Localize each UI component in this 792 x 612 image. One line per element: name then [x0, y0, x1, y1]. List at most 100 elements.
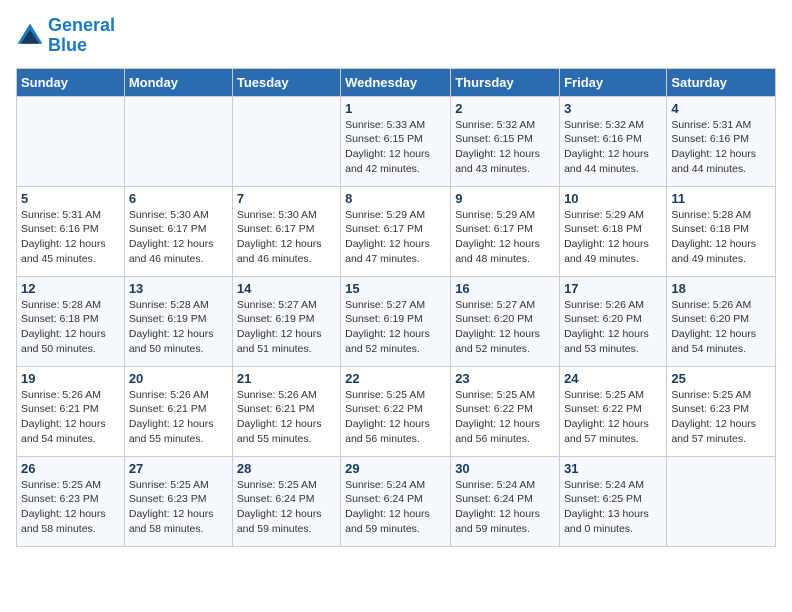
- day-header-tuesday: Tuesday: [232, 68, 340, 96]
- day-info: Sunrise: 5:25 AMSunset: 6:22 PMDaylight:…: [564, 388, 662, 447]
- calendar-cell: 4 Sunrise: 5:31 AMSunset: 6:16 PMDaylight…: [667, 96, 776, 186]
- calendar-cell: 5 Sunrise: 5:31 AMSunset: 6:16 PMDaylight…: [17, 186, 125, 276]
- day-info: Sunrise: 5:25 AMSunset: 6:23 PMDaylight:…: [671, 388, 771, 447]
- day-number: 19: [21, 371, 120, 386]
- day-number: 31: [564, 461, 662, 476]
- calendar-cell: 16 Sunrise: 5:27 AMSunset: 6:20 PMDayligh…: [451, 276, 560, 366]
- day-number: 1: [345, 101, 446, 116]
- day-number: 5: [21, 191, 120, 206]
- calendar-cell: 11 Sunrise: 5:28 AMSunset: 6:18 PMDayligh…: [667, 186, 776, 276]
- day-number: 17: [564, 281, 662, 296]
- day-header-saturday: Saturday: [667, 68, 776, 96]
- day-info: Sunrise: 5:26 AMSunset: 6:20 PMDaylight:…: [671, 298, 771, 357]
- day-info: Sunrise: 5:28 AMSunset: 6:18 PMDaylight:…: [671, 208, 771, 267]
- day-number: 30: [455, 461, 555, 476]
- day-info: Sunrise: 5:25 AMSunset: 6:24 PMDaylight:…: [237, 478, 336, 537]
- day-info: Sunrise: 5:25 AMSunset: 6:22 PMDaylight:…: [455, 388, 555, 447]
- logo-icon: [16, 22, 44, 50]
- day-number: 7: [237, 191, 336, 206]
- calendar-cell: 30 Sunrise: 5:24 AMSunset: 6:24 PMDayligh…: [451, 456, 560, 546]
- day-number: 15: [345, 281, 446, 296]
- day-number: 18: [671, 281, 771, 296]
- day-number: 21: [237, 371, 336, 386]
- day-info: Sunrise: 5:32 AMSunset: 6:16 PMDaylight:…: [564, 118, 662, 177]
- calendar-cell: 2 Sunrise: 5:32 AMSunset: 6:15 PMDaylight…: [451, 96, 560, 186]
- day-number: 20: [129, 371, 228, 386]
- day-info: Sunrise: 5:31 AMSunset: 6:16 PMDaylight:…: [671, 118, 771, 177]
- calendar-cell: 28 Sunrise: 5:25 AMSunset: 6:24 PMDayligh…: [232, 456, 340, 546]
- day-info: Sunrise: 5:33 AMSunset: 6:15 PMDaylight:…: [345, 118, 446, 177]
- calendar-cell: 14 Sunrise: 5:27 AMSunset: 6:19 PMDayligh…: [232, 276, 340, 366]
- day-info: Sunrise: 5:30 AMSunset: 6:17 PMDaylight:…: [129, 208, 228, 267]
- calendar-cell: 10 Sunrise: 5:29 AMSunset: 6:18 PMDayligh…: [560, 186, 667, 276]
- calendar-cell: 23 Sunrise: 5:25 AMSunset: 6:22 PMDayligh…: [451, 366, 560, 456]
- calendar-cell: 7Sunrise: 5:30 AMSunset: 6:17 PMDaylight…: [232, 186, 340, 276]
- calendar-cell: 19 Sunrise: 5:26 AMSunset: 6:21 PMDayligh…: [17, 366, 125, 456]
- page-header: General Blue: [16, 16, 776, 56]
- day-number: 2: [455, 101, 555, 116]
- day-info: Sunrise: 5:28 AMSunset: 6:19 PMDaylight:…: [129, 298, 228, 357]
- day-info: Sunrise: 5:26 AMSunset: 6:20 PMDaylight:…: [564, 298, 662, 357]
- day-info: Sunrise: 5:27 AMSunset: 6:20 PMDaylight:…: [455, 298, 555, 357]
- calendar-week-row: 1 Sunrise: 5:33 AMSunset: 6:15 PMDaylight…: [17, 96, 776, 186]
- day-info: Sunrise: 5:26 AMSunset: 6:21 PMDaylight:…: [21, 388, 120, 447]
- day-info: Sunrise: 5:26 AMSunset: 6:21 PMDaylight:…: [237, 388, 336, 447]
- day-info: Sunrise: 5:26 AMSunset: 6:21 PMDaylight:…: [129, 388, 228, 447]
- day-info: Sunrise: 5:29 AMSunset: 6:17 PMDaylight:…: [345, 208, 446, 267]
- day-header-thursday: Thursday: [451, 68, 560, 96]
- calendar-cell: 25 Sunrise: 5:25 AMSunset: 6:23 PMDayligh…: [667, 366, 776, 456]
- day-number: 16: [455, 281, 555, 296]
- calendar-cell: 9Sunrise: 5:29 AMSunset: 6:17 PMDaylight…: [451, 186, 560, 276]
- day-info: Sunrise: 5:25 AMSunset: 6:22 PMDaylight:…: [345, 388, 446, 447]
- calendar-cell: [232, 96, 340, 186]
- calendar-cell: 31 Sunrise: 5:24 AMSunset: 6:25 PMDayligh…: [560, 456, 667, 546]
- day-info: Sunrise: 5:25 AMSunset: 6:23 PMDaylight:…: [21, 478, 120, 537]
- day-number: 11: [671, 191, 771, 206]
- calendar-cell: 21 Sunrise: 5:26 AMSunset: 6:21 PMDayligh…: [232, 366, 340, 456]
- day-header-friday: Friday: [560, 68, 667, 96]
- day-number: 28: [237, 461, 336, 476]
- logo: General Blue: [16, 16, 115, 56]
- calendar-table: SundayMondayTuesdayWednesdayThursdayFrid…: [16, 68, 776, 547]
- calendar-cell: [667, 456, 776, 546]
- day-number: 4: [671, 101, 771, 116]
- calendar-cell: 20 Sunrise: 5:26 AMSunset: 6:21 PMDayligh…: [124, 366, 232, 456]
- day-info: Sunrise: 5:28 AMSunset: 6:18 PMDaylight:…: [21, 298, 120, 357]
- day-number: 3: [564, 101, 662, 116]
- day-info: Sunrise: 5:29 AMSunset: 6:18 PMDaylight:…: [564, 208, 662, 267]
- calendar-cell: 15 Sunrise: 5:27 AMSunset: 6:19 PMDayligh…: [341, 276, 451, 366]
- calendar-cell: [124, 96, 232, 186]
- day-info: Sunrise: 5:27 AMSunset: 6:19 PMDaylight:…: [345, 298, 446, 357]
- calendar-cell: 13 Sunrise: 5:28 AMSunset: 6:19 PMDayligh…: [124, 276, 232, 366]
- day-header-monday: Monday: [124, 68, 232, 96]
- calendar-cell: 1 Sunrise: 5:33 AMSunset: 6:15 PMDaylight…: [341, 96, 451, 186]
- calendar-cell: 6 Sunrise: 5:30 AMSunset: 6:17 PMDaylight…: [124, 186, 232, 276]
- calendar-cell: 22Sunrise: 5:25 AMSunset: 6:22 PMDayligh…: [341, 366, 451, 456]
- calendar-cell: 3 Sunrise: 5:32 AMSunset: 6:16 PMDaylight…: [560, 96, 667, 186]
- calendar-week-row: 19 Sunrise: 5:26 AMSunset: 6:21 PMDayligh…: [17, 366, 776, 456]
- calendar-cell: 12 Sunrise: 5:28 AMSunset: 6:18 PMDayligh…: [17, 276, 125, 366]
- day-header-wednesday: Wednesday: [341, 68, 451, 96]
- calendar-cell: 26 Sunrise: 5:25 AMSunset: 6:23 PMDayligh…: [17, 456, 125, 546]
- day-info: Sunrise: 5:25 AMSunset: 6:23 PMDaylight:…: [129, 478, 228, 537]
- day-number: 26: [21, 461, 120, 476]
- day-number: 9: [455, 191, 555, 206]
- calendar-cell: 29Sunrise: 5:24 AMSunset: 6:24 PMDayligh…: [341, 456, 451, 546]
- calendar-header-row: SundayMondayTuesdayWednesdayThursdayFrid…: [17, 68, 776, 96]
- day-number: 23: [455, 371, 555, 386]
- day-info: Sunrise: 5:24 AMSunset: 6:25 PMDaylight:…: [564, 478, 662, 537]
- day-number: 8: [345, 191, 446, 206]
- day-info: Sunrise: 5:31 AMSunset: 6:16 PMDaylight:…: [21, 208, 120, 267]
- day-info: Sunrise: 5:27 AMSunset: 6:19 PMDaylight:…: [237, 298, 336, 357]
- day-info: Sunrise: 5:24 AMSunset: 6:24 PMDaylight:…: [455, 478, 555, 537]
- calendar-cell: 17 Sunrise: 5:26 AMSunset: 6:20 PMDayligh…: [560, 276, 667, 366]
- logo-text: General Blue: [48, 16, 115, 56]
- day-number: 12: [21, 281, 120, 296]
- day-number: 25: [671, 371, 771, 386]
- day-number: 24: [564, 371, 662, 386]
- day-number: 10: [564, 191, 662, 206]
- day-info: Sunrise: 5:32 AMSunset: 6:15 PMDaylight:…: [455, 118, 555, 177]
- day-number: 14: [237, 281, 336, 296]
- day-number: 13: [129, 281, 228, 296]
- day-number: 6: [129, 191, 228, 206]
